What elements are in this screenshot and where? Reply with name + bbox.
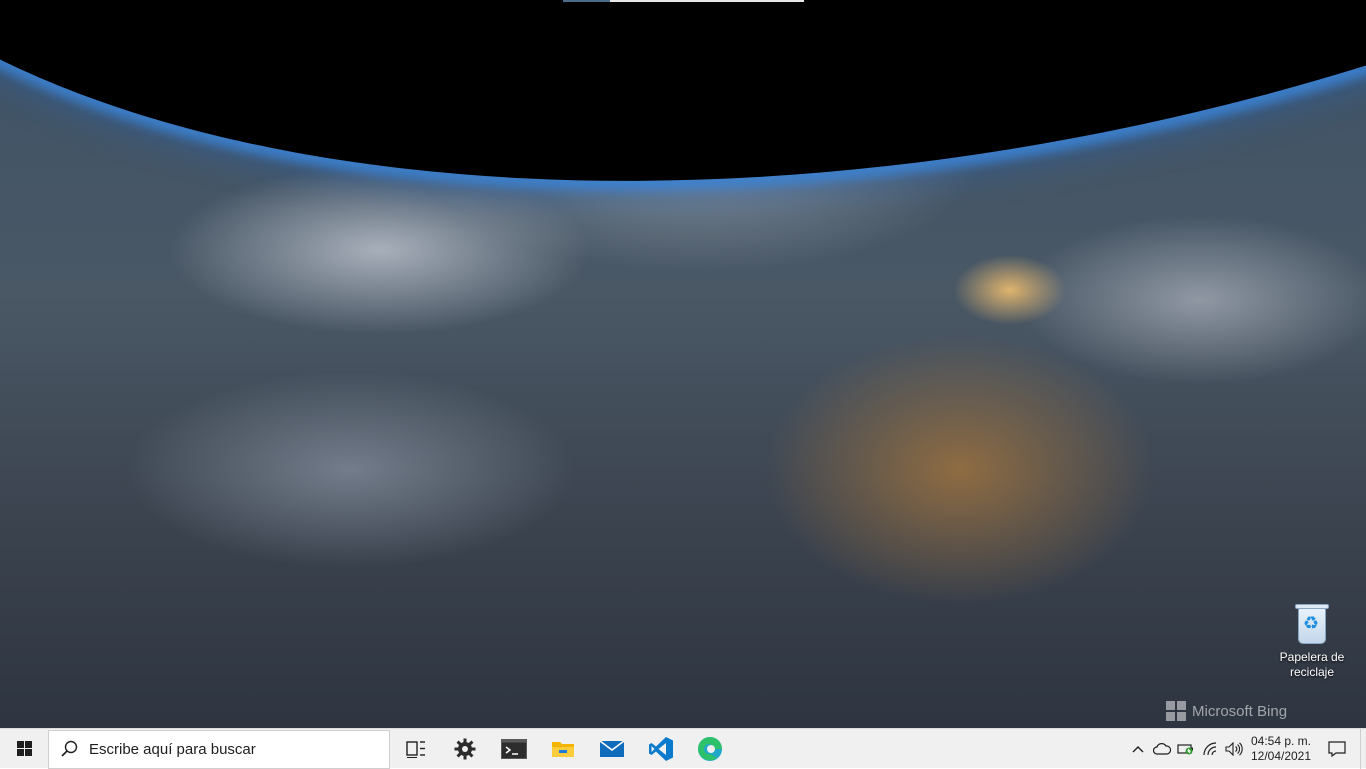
- taskbar: 04:54 p. m. 12/04/2021: [0, 728, 1366, 769]
- battery-button[interactable]: [1174, 729, 1198, 769]
- wifi-icon: [1203, 741, 1217, 755]
- clock-date: 12/04/2021: [1250, 748, 1312, 763]
- task-view-icon: [405, 740, 425, 758]
- onedrive-button[interactable]: [1150, 729, 1174, 769]
- terminal-icon: [500, 738, 527, 759]
- network-button[interactable]: [1198, 729, 1222, 769]
- desktop-icon-label: Papelera de reciclaje: [1279, 650, 1345, 679]
- search-box[interactable]: [48, 729, 390, 769]
- search-icon: [49, 740, 89, 758]
- clock[interactable]: 04:54 p. m. 12/04/2021: [1248, 734, 1314, 764]
- system-tray: 04:54 p. m. 12/04/2021: [1126, 728, 1366, 769]
- volume-icon: [1225, 741, 1243, 756]
- settings-button[interactable]: [440, 729, 489, 769]
- clock-time: 04:54 p. m.: [1250, 733, 1312, 748]
- folder-icon: [551, 741, 574, 757]
- volume-button[interactable]: [1222, 729, 1246, 769]
- top-strip: [610, 0, 804, 2]
- show-hidden-icons-button[interactable]: [1126, 729, 1150, 769]
- bing-watermark: Microsoft Bing: [1166, 701, 1287, 721]
- windows-logo-icon: [16, 741, 32, 756]
- task-view-button[interactable]: [391, 729, 440, 769]
- gear-icon: [454, 738, 475, 759]
- action-center-button[interactable]: [1314, 729, 1360, 769]
- file-explorer-button[interactable]: [538, 729, 587, 769]
- vscode-icon: [648, 736, 673, 761]
- desktop-background: ♻ Papelera de reciclaje Microsoft Bing: [0, 0, 1366, 728]
- mail-icon: [599, 739, 624, 757]
- desktop-icon-recycle-bin[interactable]: ♻ Papelera de reciclaje: [1272, 600, 1352, 680]
- battery-charging-icon: [1177, 743, 1193, 754]
- mail-button[interactable]: [587, 729, 636, 769]
- top-strip-accent: [563, 0, 610, 2]
- show-desktop-button[interactable]: [1360, 728, 1366, 769]
- recycle-bin-icon: ♻: [1295, 602, 1329, 646]
- edge-button[interactable]: [685, 729, 734, 769]
- notification-icon: [1328, 740, 1346, 757]
- bing-logo-icon: [1166, 701, 1186, 721]
- space-horizon: [0, 0, 1366, 397]
- onedrive-cloud-icon: [1153, 742, 1171, 755]
- vscode-button[interactable]: [636, 729, 685, 769]
- search-input[interactable]: [89, 740, 379, 758]
- edge-icon: [697, 736, 722, 761]
- chevron-up-icon: [1132, 745, 1144, 752]
- bing-watermark-text: Microsoft Bing: [1192, 702, 1288, 720]
- start-button[interactable]: [0, 729, 48, 769]
- terminal-button[interactable]: [489, 729, 538, 769]
